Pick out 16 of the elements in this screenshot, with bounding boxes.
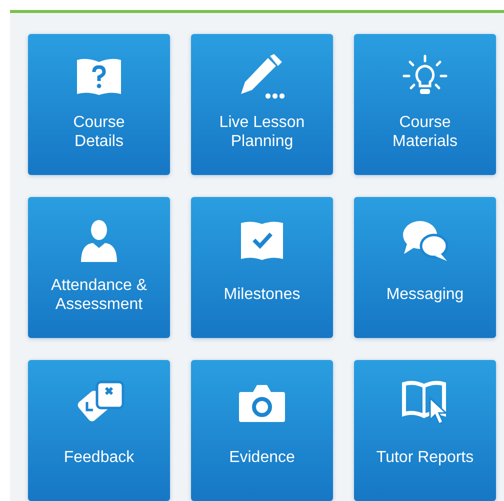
menu-tile[interactable]: Tutor Reports [354,360,496,501]
menu-tile[interactable]: Milestones [191,197,333,338]
menu-tile[interactable]: Live Lesson Planning [191,34,333,175]
menu-tile[interactable]: Attendance & Assessment [28,197,170,338]
menu-tile[interactable]: Messaging [354,197,496,338]
menu-tile[interactable]: Course Details [28,34,170,175]
book-cursor-icon [400,380,450,426]
chat-icon [401,218,449,262]
menu-tile[interactable]: Feedback [28,360,170,501]
checkbox-icon [239,219,285,261]
camera-icon [237,382,287,424]
menu-tile[interactable]: Evidence [191,360,333,501]
person-icon [79,218,119,262]
menu-tile[interactable]: Course Materials [354,34,496,175]
pencil-icon [238,54,286,100]
book-question-icon [75,57,123,97]
